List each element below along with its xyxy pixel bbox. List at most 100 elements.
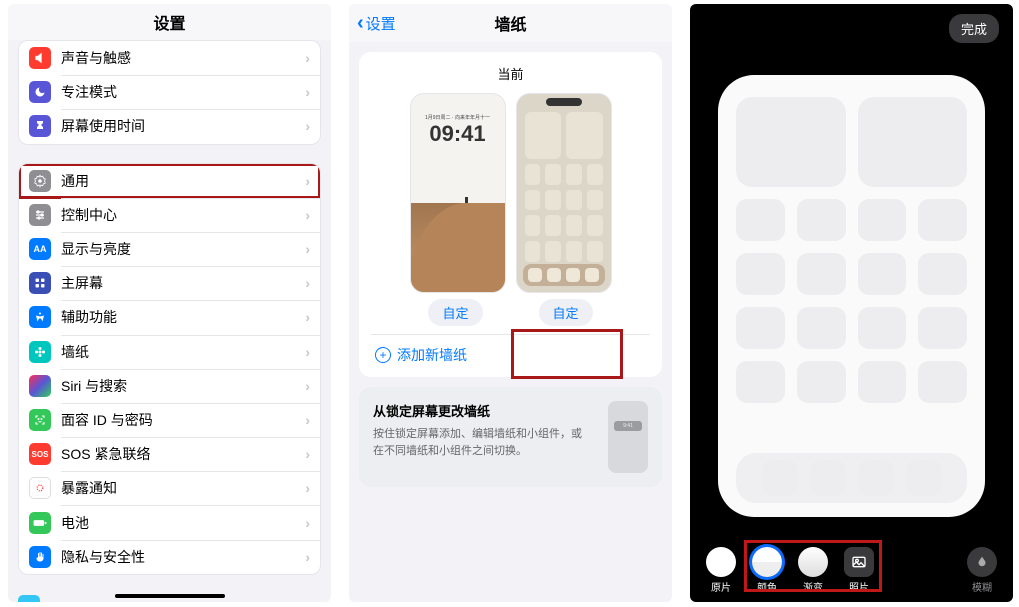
mini-phone-illustration: 9:41	[608, 401, 648, 473]
option-blur[interactable]: 模糊	[967, 547, 997, 594]
option-label: 颜色	[757, 579, 777, 594]
row-label: 隐私与安全性	[61, 547, 305, 567]
row-label: 声音与触感	[61, 48, 305, 68]
app-placeholder	[797, 253, 846, 295]
chevron-right-icon: ›	[305, 344, 310, 360]
row-focus[interactable]: 专注模式 ›	[19, 75, 320, 109]
app-placeholder	[858, 199, 907, 241]
original-swatch-icon	[706, 547, 736, 577]
row-label: 主屏幕	[61, 273, 305, 293]
row-sos[interactable]: SOS SOS 紧急联络 ›	[19, 437, 320, 471]
back-button[interactable]: ‹ 设置	[349, 12, 396, 35]
droplet-icon	[967, 547, 997, 577]
app-store-icon	[18, 595, 40, 602]
chevron-right-icon: ›	[305, 84, 310, 100]
option-label: 渐变	[803, 579, 823, 594]
app-placeholder	[736, 307, 785, 349]
row-home-screen[interactable]: 主屏幕 ›	[19, 266, 320, 300]
row-display[interactable]: AA 显示与亮度 ›	[19, 232, 320, 266]
chevron-right-icon: ›	[305, 173, 310, 189]
app-placeholder	[858, 361, 907, 403]
chevron-right-icon: ›	[305, 50, 310, 66]
sliders-icon	[29, 204, 51, 226]
customize-home-button[interactable]: 自定	[539, 299, 593, 326]
option-photo[interactable]: 照片	[844, 547, 874, 594]
hand-icon	[29, 546, 51, 568]
widget-placeholder	[858, 97, 968, 187]
lock-time: 09:41	[411, 121, 505, 147]
face-id-icon	[29, 409, 51, 431]
row-faceid[interactable]: 面容 ID 与密码 ›	[19, 403, 320, 437]
home-screen-preview[interactable]	[516, 93, 612, 293]
add-wallpaper-button[interactable]: + 添加新墙纸	[371, 334, 650, 369]
settings-group-2: 通用 › 控制中心 › AA 显示与亮度 › 主屏幕 › 辅助功能	[18, 163, 321, 575]
app-placeholder	[858, 307, 907, 349]
dock-placeholder	[736, 453, 967, 503]
widget-placeholder	[736, 97, 846, 187]
flower-icon	[29, 341, 51, 363]
row-siri[interactable]: Siri 与搜索 ›	[19, 369, 320, 403]
row-screentime[interactable]: 屏幕使用时间 ›	[19, 109, 320, 143]
option-label: 原片	[711, 579, 731, 594]
settings-panel: 设置 声音与触感 › 专注模式 › 屏幕使用时间 ›	[8, 4, 331, 602]
customize-lock-button[interactable]: 自定	[428, 299, 482, 326]
app-placeholder	[797, 307, 846, 349]
chevron-right-icon: ›	[305, 241, 310, 257]
moon-icon	[29, 81, 51, 103]
option-gradient[interactable]: 渐变	[798, 547, 828, 594]
app-placeholder	[797, 361, 846, 403]
row-label: 显示与亮度	[61, 239, 305, 259]
chevron-left-icon: ‹	[357, 12, 364, 35]
settings-group-1: 声音与触感 › 专注模式 › 屏幕使用时间 ›	[18, 40, 321, 145]
row-label: 墙纸	[61, 342, 305, 362]
row-label: 控制中心	[61, 205, 305, 225]
option-color[interactable]: 颜色	[752, 547, 782, 594]
editor-header: 完成	[690, 4, 1013, 53]
lock-screen-preview[interactable]: 1月9日周二 · 向来年年月十一 09:41	[410, 93, 506, 293]
gear-icon	[29, 170, 51, 192]
add-label: 添加新墙纸	[397, 345, 467, 365]
option-original[interactable]: 原片	[706, 547, 736, 594]
row-control-center[interactable]: 控制中心 ›	[19, 198, 320, 232]
accessibility-icon	[29, 306, 51, 328]
current-label: 当前	[371, 64, 650, 83]
page-title: 设置	[8, 4, 331, 40]
app-placeholder	[736, 253, 785, 295]
chevron-right-icon: ›	[305, 446, 310, 462]
row-privacy[interactable]: 隐私与安全性 ›	[19, 540, 320, 574]
help-title: 从锁定屏幕更改墙纸	[373, 401, 592, 420]
home-indicator	[115, 594, 225, 598]
row-label: 专注模式	[61, 82, 305, 102]
help-card: 从锁定屏幕更改墙纸 按住锁定屏幕添加、编辑墙纸和小组件，或在不同墙纸和小组件之间…	[359, 387, 662, 487]
app-placeholder	[918, 199, 967, 241]
row-label: 屏幕使用时间	[61, 116, 305, 136]
page-title: 墙纸	[494, 11, 526, 35]
chevron-right-icon: ›	[305, 275, 310, 291]
wallpaper-editor-panel: 完成 原片	[690, 4, 1013, 602]
option-label: 照片	[849, 579, 869, 594]
wallpaper-previews: 1月9日周二 · 向来年年月十一 09:41	[371, 93, 650, 293]
chevron-right-icon: ›	[305, 309, 310, 325]
row-label: Siri 与搜索	[61, 376, 305, 396]
app-placeholder	[918, 361, 967, 403]
nav-header: ‹ 设置 墙纸	[349, 4, 672, 42]
row-wallpaper[interactable]: 墙纸 ›	[19, 335, 320, 369]
done-button[interactable]: 完成	[949, 14, 999, 43]
row-exposure[interactable]: 暴露通知 ›	[19, 471, 320, 505]
app-placeholder	[736, 199, 785, 241]
siri-icon	[29, 375, 51, 397]
sos-icon: SOS	[29, 443, 51, 465]
sound-icon	[29, 47, 51, 69]
mini-time: 9:41	[614, 421, 642, 431]
chevron-right-icon: ›	[305, 515, 310, 531]
style-options-bar: 原片 颜色 渐变 照片 模糊	[690, 538, 1013, 602]
option-label: 模糊	[972, 579, 992, 594]
battery-icon	[29, 512, 51, 534]
row-sound[interactable]: 声音与触感 ›	[19, 41, 320, 75]
apps-grid-icon	[29, 272, 51, 294]
app-placeholder	[858, 253, 907, 295]
row-label: 通用	[61, 171, 305, 191]
row-battery[interactable]: 电池 ›	[19, 505, 320, 539]
row-accessibility[interactable]: 辅助功能 ›	[19, 300, 320, 334]
row-general[interactable]: 通用 ›	[19, 164, 320, 198]
